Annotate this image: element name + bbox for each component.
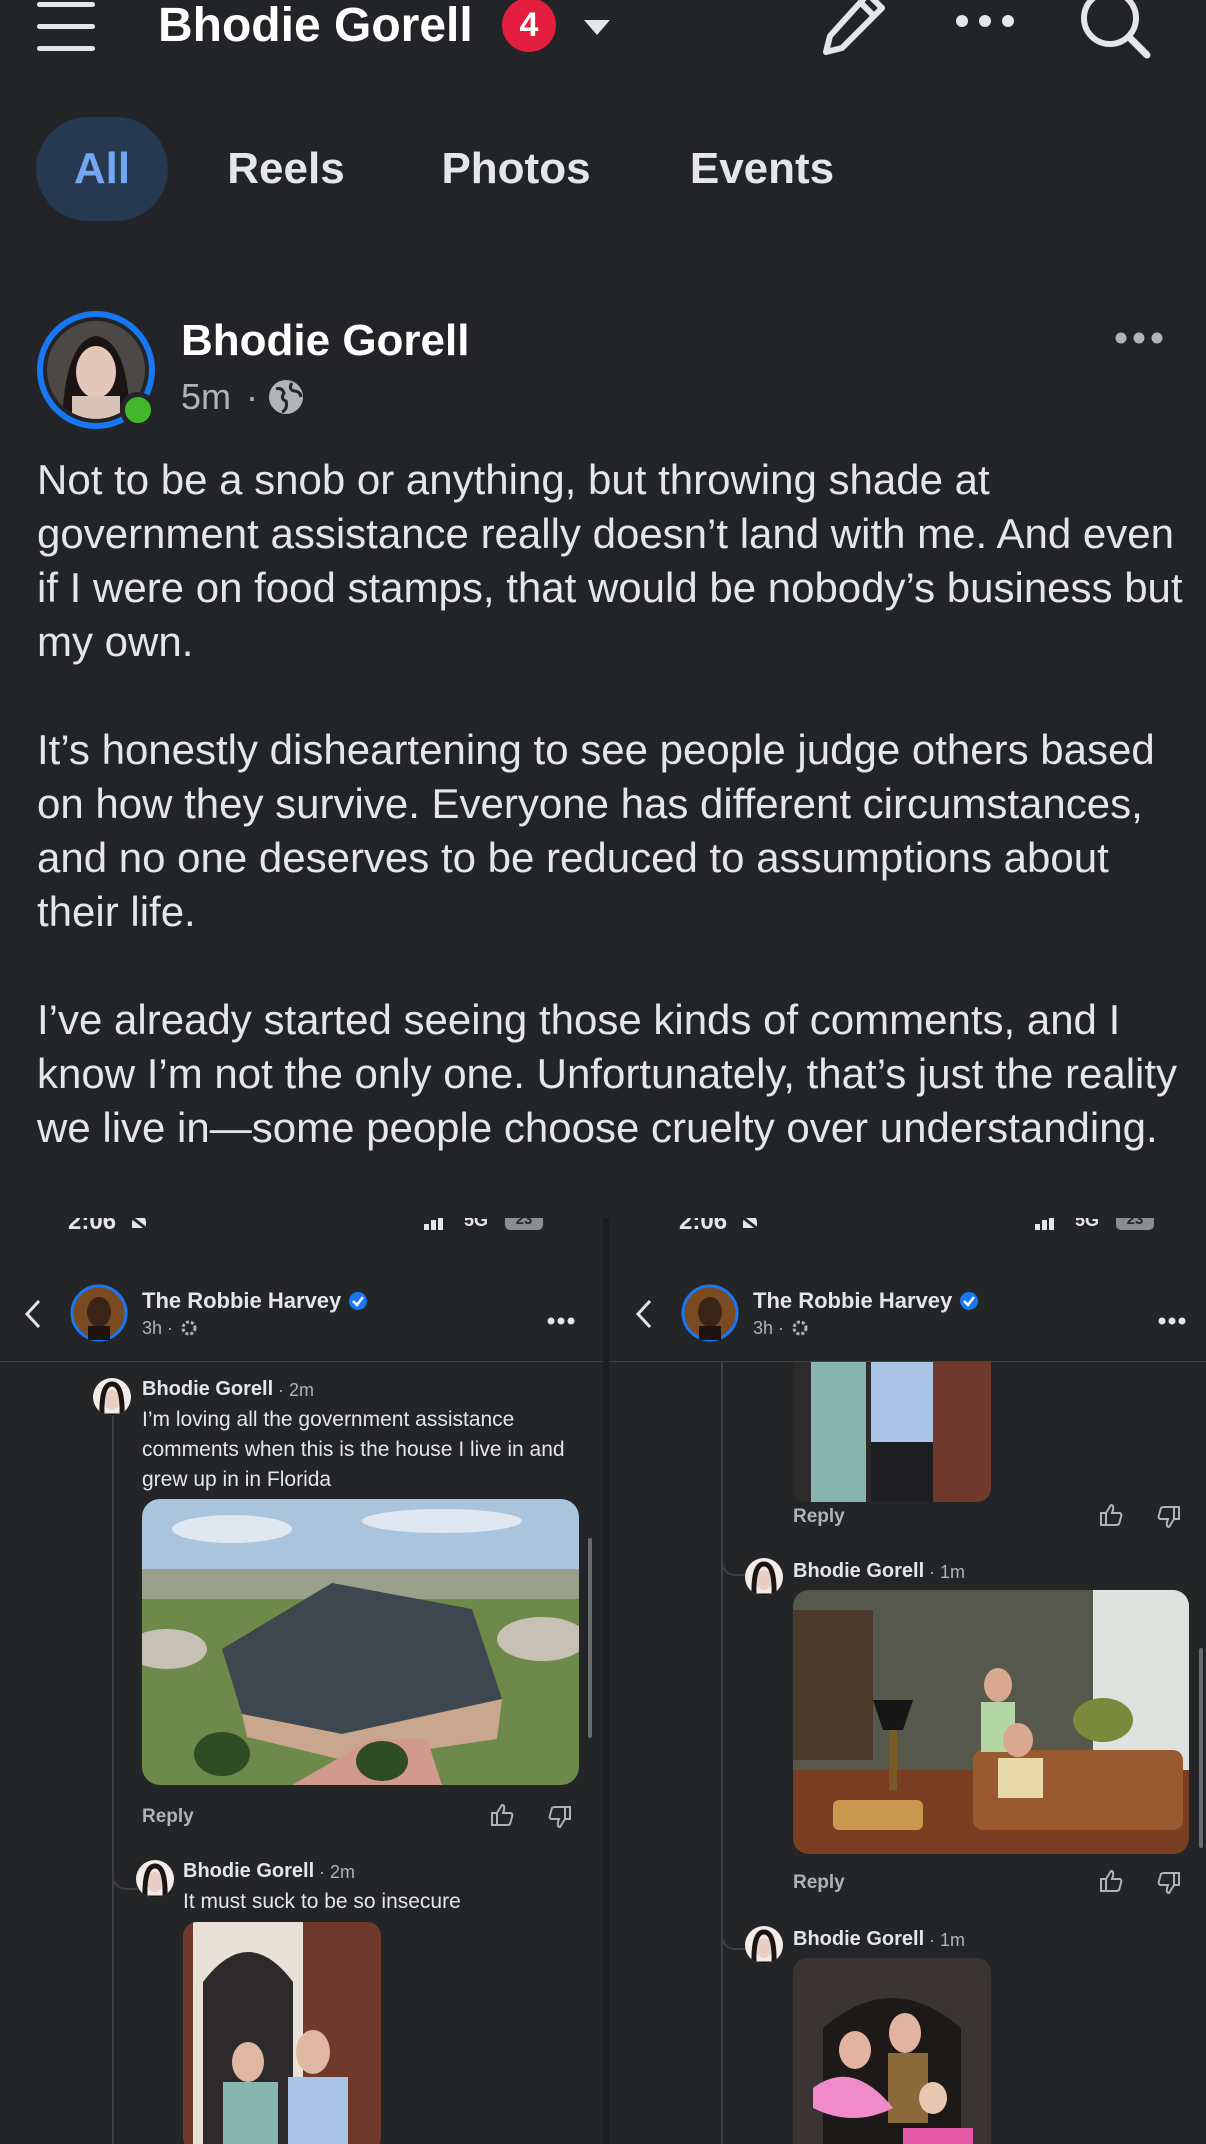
couple-photo[interactable]	[793, 1362, 991, 1502]
page-name[interactable]: The Robbie Harvey	[142, 1288, 341, 1314]
more-icon[interactable]	[1158, 1312, 1186, 1330]
comment-avatar[interactable]	[93, 1378, 131, 1416]
mute-icon	[128, 1218, 150, 1237]
back-chevron-icon[interactable]	[635, 1298, 653, 1335]
couple-photo[interactable]	[183, 1922, 381, 2144]
notification-badge: 4	[502, 0, 556, 52]
thread-branch	[721, 1544, 747, 1576]
signal-icon	[424, 1218, 448, 1235]
verified-icon	[348, 1291, 368, 1316]
like-icon[interactable]	[489, 1802, 515, 1833]
comment-time: · 1m	[929, 1562, 965, 1582]
scrollbar[interactable]	[1199, 1648, 1203, 1848]
back-chevron-icon[interactable]	[24, 1298, 42, 1335]
page-avatar[interactable]	[681, 1284, 739, 1347]
gear-icon	[181, 1320, 197, 1341]
dislike-icon[interactable]	[1156, 1870, 1182, 1901]
status-time: 2:06	[68, 1218, 117, 1235]
comment-time: · 2m	[278, 1380, 314, 1400]
page-name[interactable]: The Robbie Harvey	[753, 1288, 952, 1314]
page-meta: 3h ·	[142, 1318, 174, 1338]
network-label: 5G	[1075, 1218, 1100, 1230]
thread-line	[112, 1408, 114, 2144]
scrollbar[interactable]	[588, 1538, 592, 1738]
reply-button[interactable]: Reply	[793, 1872, 845, 1894]
mute-icon	[739, 1218, 761, 1237]
post-author[interactable]: Bhodie Gorell	[181, 316, 469, 366]
comment-author[interactable]: Bhodie Gorell	[793, 1928, 924, 1951]
reply-button[interactable]: Reply	[793, 1506, 845, 1528]
comment-text: I’m loving all the government assistance…	[142, 1408, 565, 1491]
party-photo[interactable]	[793, 1958, 991, 2144]
meta-separator: ·	[246, 376, 258, 417]
comment-author[interactable]: Bhodie Gorell	[142, 1378, 273, 1401]
tab-reels[interactable]: Reels	[210, 117, 362, 221]
online-status-dot	[120, 392, 156, 428]
reply-button[interactable]: Reply	[142, 1806, 194, 1828]
comment-time: · 1m	[929, 1930, 965, 1950]
like-icon[interactable]	[1098, 1868, 1124, 1899]
comment-author[interactable]: Bhodie Gorell	[793, 1560, 924, 1583]
post-options-icon[interactable]	[1115, 331, 1163, 350]
battery-icon: 23	[1116, 1218, 1154, 1230]
gear-icon	[792, 1320, 808, 1341]
comment-text: It must suck to be so insecure	[183, 1890, 461, 1913]
menu-icon[interactable]	[37, 2, 95, 51]
status-time: 2:06	[679, 1218, 728, 1235]
tab-photos[interactable]: Photos	[420, 117, 612, 221]
comment-author[interactable]: Bhodie Gorell	[183, 1860, 314, 1883]
thread-line	[721, 1362, 723, 2144]
search-icon[interactable]	[1078, 0, 1152, 65]
dislike-icon[interactable]	[547, 1804, 573, 1835]
more-icon[interactable]	[547, 1312, 575, 1330]
screenshot-left[interactable]: 2:06 5G 23 The Robbie Harvey 3h · Bhodie…	[0, 1218, 603, 2144]
page-avatar[interactable]	[70, 1284, 128, 1347]
post-text: Not to be a snob or anything, but throwi…	[37, 456, 1183, 1151]
screenshot-right[interactable]: 2:06 5G 23 The Robbie Harvey 3h · Reply	[609, 1218, 1206, 2144]
living-room-photo[interactable]	[793, 1590, 1189, 1854]
thread-branch	[112, 1858, 138, 1890]
verified-icon	[959, 1291, 979, 1316]
page-meta: 3h ·	[753, 1318, 785, 1338]
comment-avatar[interactable]	[136, 1860, 174, 1898]
thread-branch	[721, 1918, 747, 1950]
post-time: 5m	[181, 376, 232, 417]
like-icon[interactable]	[1098, 1502, 1124, 1533]
house-photo[interactable]	[142, 1499, 579, 1785]
edit-icon[interactable]	[818, 0, 888, 63]
signal-icon	[1035, 1218, 1059, 1235]
comment-avatar[interactable]	[745, 1926, 783, 1964]
header-title[interactable]: Bhodie Gorell	[158, 0, 473, 53]
network-label: 5G	[464, 1218, 489, 1230]
globe-icon	[268, 379, 304, 420]
tab-all[interactable]: All	[36, 117, 168, 221]
more-icon[interactable]	[955, 14, 1015, 33]
chevron-down-icon[interactable]	[582, 18, 612, 43]
comment-time: · 2m	[319, 1862, 355, 1882]
tab-events[interactable]: Events	[672, 117, 852, 221]
battery-icon: 23	[505, 1218, 543, 1230]
divider	[0, 1361, 603, 1362]
dislike-icon[interactable]	[1156, 1504, 1182, 1535]
comment-avatar[interactable]	[745, 1558, 783, 1596]
